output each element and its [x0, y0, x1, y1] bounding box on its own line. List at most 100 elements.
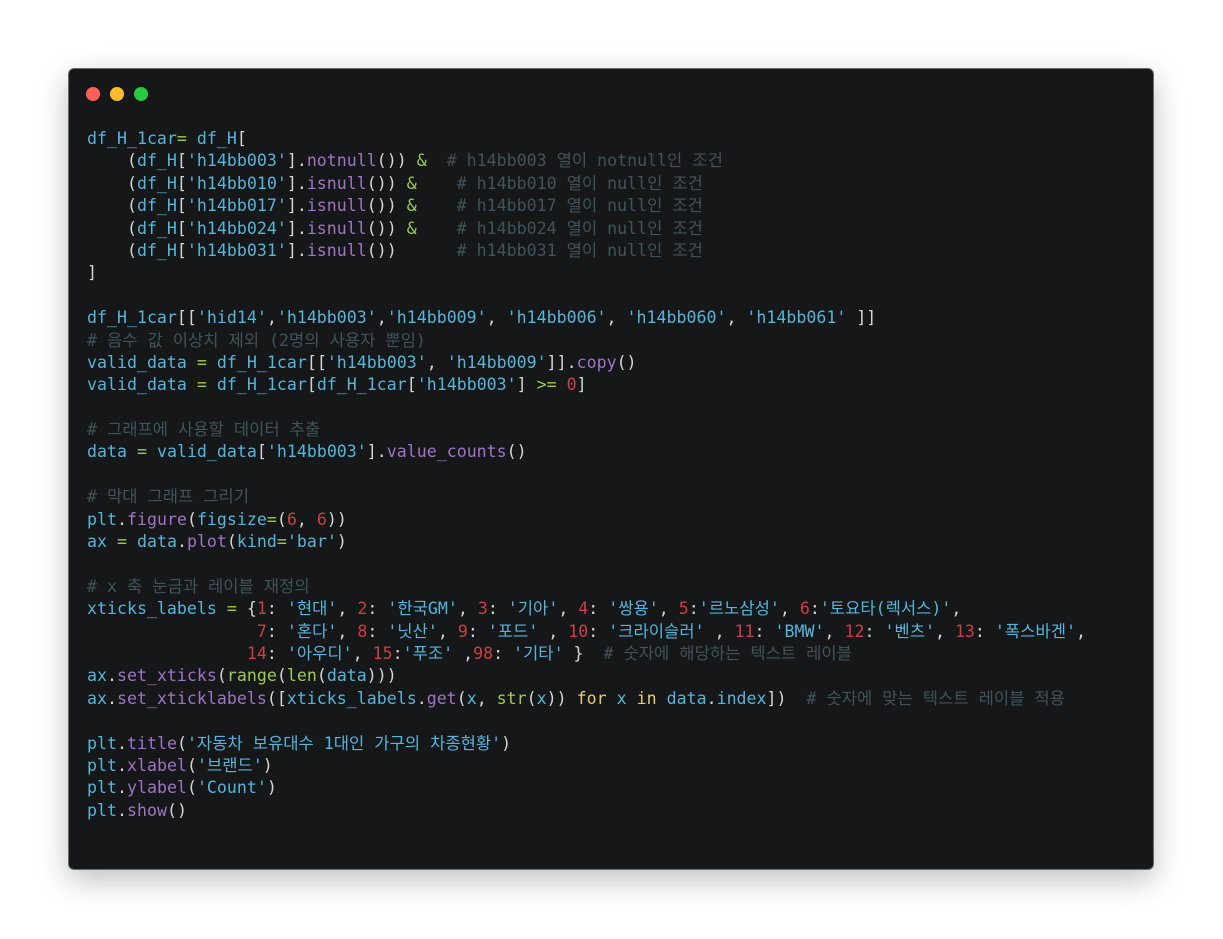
code-token: ,	[352, 643, 373, 663]
code-token: (	[87, 151, 137, 171]
code-token: ax	[87, 688, 107, 708]
code-token: '토요타(렉서스)'	[819, 599, 952, 619]
code-token: 'bar'	[286, 532, 337, 552]
code-token: 14	[246, 643, 267, 663]
code-token: ,	[337, 621, 358, 641]
code-token: .	[416, 688, 427, 708]
code-token: str	[496, 688, 527, 708]
code-token: value_counts	[386, 442, 507, 462]
code-line: # x 축 눈금과 레이블 재정의	[87, 576, 1086, 598]
code-token: 10	[568, 621, 589, 641]
minimize-button[interactable]	[110, 87, 124, 101]
code-token: 'h14bb003'	[416, 375, 517, 395]
code-token: 1	[256, 599, 267, 619]
window-controls	[86, 87, 158, 101]
code-token: [	[176, 151, 187, 171]
code-token: (	[186, 778, 197, 798]
code-token: 6	[799, 599, 810, 619]
code-token: ,	[1075, 621, 1086, 641]
code-token: =	[176, 129, 187, 148]
code-token: [	[176, 173, 187, 193]
code-token: (	[226, 532, 237, 552]
code-token: 'h14bb006'	[506, 308, 607, 328]
code-token: ,	[934, 621, 955, 641]
code-token: # 그래프에 사용할 데이터 추출	[87, 420, 321, 440]
code-token: .	[706, 688, 717, 708]
code-token: &	[406, 196, 417, 216]
code-token: kind	[236, 532, 277, 552]
code-token: title	[126, 733, 177, 753]
code-token: 'h14bb003'	[186, 151, 287, 171]
code-token: 'Count'	[196, 778, 267, 798]
code-token: 3	[477, 599, 488, 619]
code-token: ,	[538, 621, 569, 641]
code-token: :	[367, 599, 388, 619]
code-token: set_xticks	[116, 666, 217, 686]
code-token: ].	[366, 442, 387, 462]
code-token: df_H_1car	[87, 308, 177, 328]
code-token: len	[286, 666, 317, 686]
code-token: (	[176, 733, 187, 753]
code-token: '포드'	[487, 621, 539, 641]
code-token: valid_data	[156, 442, 257, 462]
code-token: 98	[473, 643, 494, 663]
code-token: 'h14bb024'	[186, 218, 287, 238]
code-line: (df_H['h14bb031'].isnull()) # h14bb031 열…	[87, 240, 1086, 262]
code-token: plot	[186, 532, 227, 552]
code-token: [	[256, 442, 267, 462]
code-token: ()	[616, 352, 637, 372]
code-token: 2	[357, 599, 368, 619]
code-token: x	[616, 688, 627, 708]
code-token: :	[367, 621, 388, 641]
maximize-button[interactable]	[134, 87, 148, 101]
close-button[interactable]	[86, 87, 100, 101]
code-token: [[	[176, 308, 197, 328]
code-token: '자동차 보유대수 1대인 가구의 차종현황'	[186, 733, 502, 753]
code-token: .	[116, 778, 127, 798]
code-token: xlabel	[126, 755, 187, 775]
code-token: 'BMW'	[774, 621, 825, 641]
code-line: # 그래프에 사용할 데이터 추출	[87, 419, 1086, 441]
code-token: '혼다'	[286, 621, 338, 641]
code-token: '푸조'	[402, 643, 454, 663]
code-token: isnull	[306, 240, 367, 260]
code-token: data	[87, 442, 127, 462]
code-token: for	[576, 688, 607, 708]
code-token: ]	[87, 263, 97, 283]
code-token: ylabel	[126, 778, 187, 798]
code-line: plt.show()	[87, 800, 1086, 822]
code-token: :	[588, 621, 609, 641]
code-token: (	[87, 218, 137, 238]
code-token: plt	[87, 755, 117, 775]
code-token: ,	[779, 599, 800, 619]
code-token: :	[392, 643, 403, 663]
code-token: data	[136, 532, 177, 552]
code-token: .	[106, 666, 117, 686]
code-token: x	[466, 688, 477, 708]
code-token: plt	[87, 733, 117, 753]
code-token: df_H	[136, 218, 177, 238]
code-token: ax	[87, 666, 107, 686]
code-token: df_H_1car	[216, 352, 307, 372]
code-token: ,	[558, 599, 579, 619]
code-token: df_H_1car	[87, 129, 177, 148]
code-token: [	[306, 375, 317, 395]
code-token: 'h14bb060'	[626, 308, 727, 328]
code-token: :	[467, 621, 488, 641]
code-token: 'h14bb031'	[186, 240, 287, 260]
code-token: isnull	[306, 218, 367, 238]
code-token: &	[406, 218, 417, 238]
code-block: df_H_1car= df_H[ (df_H['h14bb003'].notnu…	[87, 128, 1086, 822]
code-token: 15	[372, 643, 393, 663]
code-token: ,	[951, 599, 962, 619]
code-line: (df_H['h14bb003'].notnull()) & # h14bb00…	[87, 150, 1086, 172]
code-token: valid_data	[87, 352, 187, 372]
code-token: [	[236, 129, 247, 148]
code-token: =	[266, 509, 277, 529]
